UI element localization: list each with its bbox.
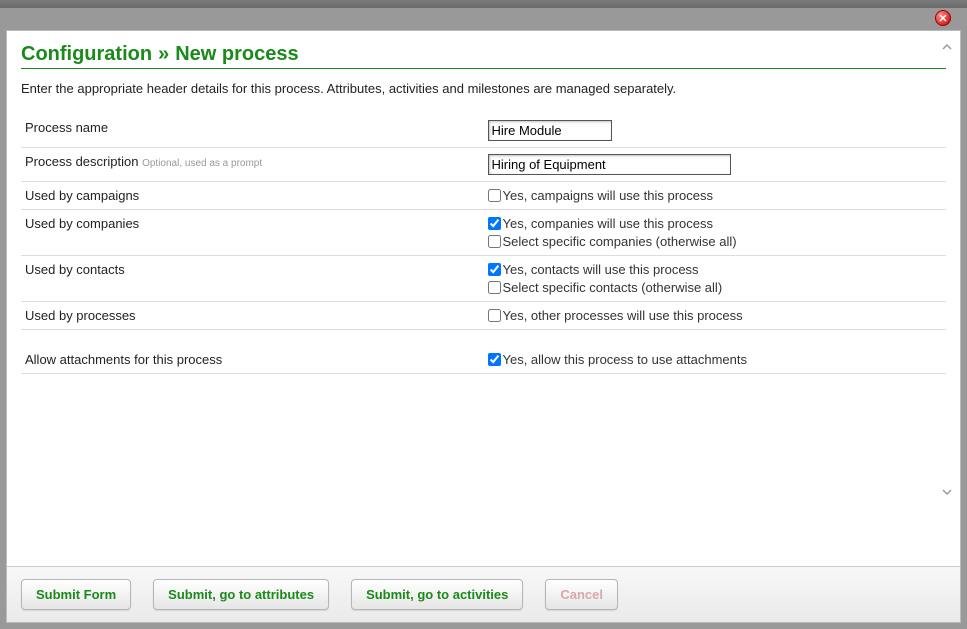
dialog: Configuration » New process Enter the ap… bbox=[6, 30, 961, 623]
label-allow-attachments: Allow attachments for this process bbox=[21, 346, 484, 374]
label-process-description: Process description bbox=[25, 154, 138, 169]
close-icon bbox=[939, 14, 947, 22]
backdrop-header-strip bbox=[0, 0, 967, 8]
hint-process-description: Optional, used as a prompt bbox=[142, 158, 262, 169]
page-header: Configuration » New process bbox=[21, 43, 946, 69]
checkbox-processes-use[interactable] bbox=[488, 309, 501, 322]
close-button[interactable] bbox=[935, 10, 951, 26]
row-process-name: Process name bbox=[21, 114, 946, 148]
row-used-by-processes: Used by processes Yes, other processes w… bbox=[21, 302, 946, 330]
checkbox-companies-use[interactable] bbox=[488, 217, 501, 230]
checkbox-label-companies-use: Yes, companies will use this process bbox=[503, 216, 714, 231]
checkbox-label-allow-attachments: Yes, allow this process to use attachmen… bbox=[503, 352, 747, 367]
row-used-by-campaigns: Used by campaigns Yes, campaigns will us… bbox=[21, 182, 946, 210]
breadcrumb-separator: » bbox=[158, 43, 169, 66]
checkbox-label-campaigns-use: Yes, campaigns will use this process bbox=[503, 188, 714, 203]
submit-activities-button[interactable]: Submit, go to activities bbox=[351, 579, 523, 610]
checkbox-contacts-use[interactable] bbox=[488, 263, 501, 276]
breadcrumb-root: Configuration bbox=[21, 43, 152, 66]
row-process-description: Process description Optional, used as a … bbox=[21, 148, 946, 182]
row-allow-attachments: Allow attachments for this process Yes, … bbox=[21, 346, 946, 374]
label-process-name: Process name bbox=[21, 114, 484, 148]
scroll-up-icon bbox=[942, 41, 952, 51]
process-description-input[interactable] bbox=[488, 154, 731, 175]
label-used-by-processes: Used by processes bbox=[21, 302, 484, 330]
dialog-body: Configuration » New process Enter the ap… bbox=[7, 31, 960, 566]
row-used-by-companies: Used by companies Yes, companies will us… bbox=[21, 210, 946, 256]
submit-form-button[interactable]: Submit Form bbox=[21, 579, 131, 610]
checkbox-contacts-specific[interactable] bbox=[488, 281, 501, 294]
label-used-by-companies: Used by companies bbox=[21, 210, 484, 256]
cancel-button[interactable]: Cancel bbox=[545, 579, 618, 610]
checkbox-companies-specific[interactable] bbox=[488, 235, 501, 248]
checkbox-label-contacts-use: Yes, contacts will use this process bbox=[503, 262, 699, 277]
label-used-by-campaigns: Used by campaigns bbox=[21, 182, 484, 210]
submit-attributes-button[interactable]: Submit, go to attributes bbox=[153, 579, 329, 610]
checkbox-label-contacts-specific: Select specific contacts (otherwise all) bbox=[503, 280, 723, 295]
checkbox-label-companies-specific: Select specific companies (otherwise all… bbox=[503, 234, 737, 249]
checkbox-label-processes-use: Yes, other processes will use this proce… bbox=[503, 308, 743, 323]
label-used-by-contacts: Used by contacts bbox=[21, 256, 484, 302]
row-used-by-contacts: Used by contacts Yes, contacts will use … bbox=[21, 256, 946, 302]
dialog-footer: Submit Form Submit, go to attributes Sub… bbox=[7, 566, 960, 622]
intro-text: Enter the appropriate header details for… bbox=[21, 81, 946, 96]
checkbox-allow-attachments[interactable] bbox=[488, 353, 501, 366]
page-title: New process bbox=[175, 43, 298, 66]
scroll-down-icon bbox=[942, 486, 952, 496]
form-table: Process name Process description Optiona… bbox=[21, 114, 946, 374]
checkbox-campaigns-use[interactable] bbox=[488, 189, 501, 202]
process-name-input[interactable] bbox=[488, 120, 612, 141]
